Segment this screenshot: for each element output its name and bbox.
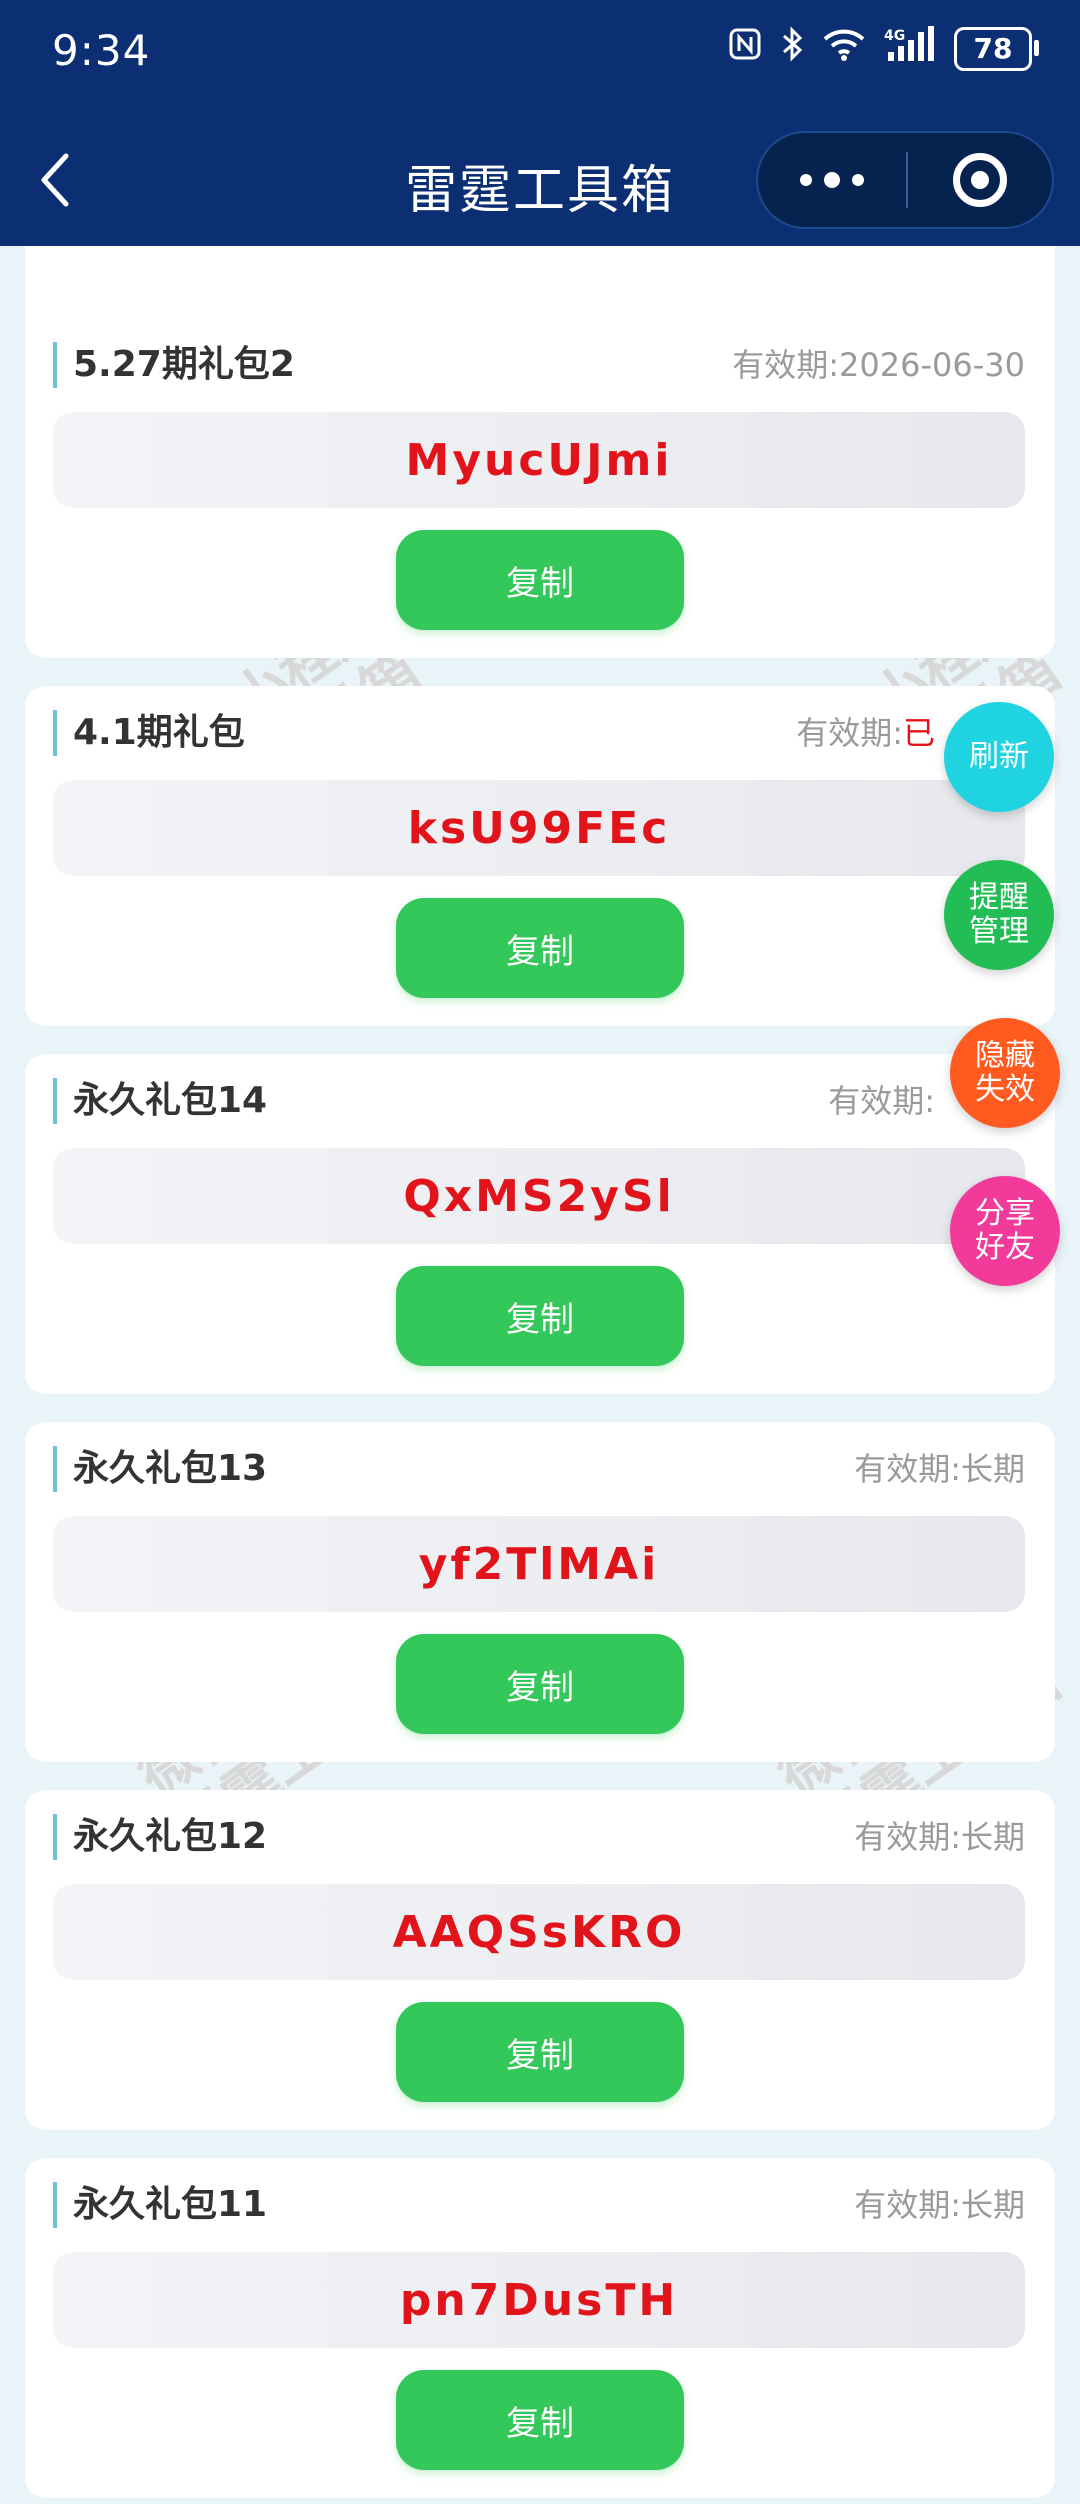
card-header: 永久礼包14 有效期:	[53, 1078, 1025, 1128]
card-header: 4.1期礼包 有效期:已	[53, 710, 1025, 760]
copy-button[interactable]: 复制	[396, 898, 684, 998]
copy-button[interactable]: 复制	[396, 1634, 684, 1734]
refresh-button[interactable]: 刷新	[944, 702, 1054, 812]
copy-button[interactable]: 复制	[396, 2002, 684, 2102]
card-title: 4.1期礼包	[53, 710, 245, 756]
card-expiry: 有效期:	[828, 1082, 935, 1120]
more-dots-icon	[824, 172, 840, 188]
card-header: 5.27期礼包2 有效期:2026-06-30	[53, 342, 1025, 392]
card-title: 永久礼包13	[53, 1446, 267, 1492]
target-close-icon	[953, 153, 1007, 207]
gift-card: 永久礼包13 有效期:长期 yf2TlMAi 复制	[25, 1422, 1055, 1762]
gift-card: 永久礼包12 有效期:长期 AAQSsKRO 复制	[25, 1790, 1055, 2130]
gift-code: QxMS2ySl	[53, 1148, 1025, 1244]
card-expiry: 有效期:长期	[854, 1450, 1025, 1488]
share-friend-button[interactable]: 分享 好友	[950, 1176, 1060, 1286]
header-bar: 9:34 4G 78 雷霆工具箱	[0, 0, 1080, 246]
signal-4g-icon: 4G	[884, 26, 936, 71]
card-expiry: 有效期:长期	[854, 2186, 1025, 2224]
wifi-icon	[822, 27, 866, 70]
gift-card: 5.27期礼包2 有效期:2026-06-30 MyucUJmi 复制	[25, 318, 1055, 658]
battery-icon: 78	[954, 26, 1039, 71]
gift-code: AAQSsKRO	[53, 1884, 1025, 1980]
reminder-manage-button[interactable]: 提醒 管理	[944, 860, 1054, 970]
card-header: 永久礼包11 有效期:长期	[53, 2182, 1025, 2232]
nfc-icon	[728, 27, 762, 70]
svg-text:4G: 4G	[884, 28, 905, 44]
card-title: 永久礼包11	[53, 2182, 267, 2228]
card-title: 永久礼包14	[53, 1078, 267, 1124]
bluetooth-icon	[780, 26, 804, 71]
miniprogram-capsule	[756, 131, 1054, 229]
more-dots-icon	[852, 174, 864, 186]
gift-code: yf2TlMAi	[53, 1516, 1025, 1612]
gift-card: 永久礼包14 有效期: QxMS2ySl 复制	[25, 1054, 1055, 1394]
copy-button[interactable]: 复制	[396, 2370, 684, 2470]
card-expiry: 有效期:2026-06-30	[732, 346, 1025, 384]
card-header: 永久礼包13 有效期:长期	[53, 1446, 1025, 1496]
card-expiry: 有效期:已	[796, 714, 935, 752]
gift-card: 永久礼包11 有效期:长期 pn7DusTH 复制	[25, 2158, 1055, 2498]
card-header: 永久礼包12 有效期:长期	[53, 1814, 1025, 1864]
status-icons: 4G 78	[728, 26, 1039, 71]
gift-code: pn7DusTH	[53, 2252, 1025, 2348]
card-title: 5.27期礼包2	[53, 342, 295, 388]
gift-card: 4.1期礼包 有效期:已 ksU99FEc 复制	[25, 686, 1055, 1026]
more-dots-icon	[800, 174, 812, 186]
card-expiry: 有效期:长期	[854, 1818, 1025, 1856]
close-miniprogram-button[interactable]	[908, 153, 1052, 207]
copy-button[interactable]: 复制	[396, 1266, 684, 1366]
card-title: 永久礼包12	[53, 1814, 267, 1860]
hide-invalid-button[interactable]: 隐藏 失效	[950, 1018, 1060, 1128]
gift-code: ksU99FEc	[53, 780, 1025, 876]
gift-code: MyucUJmi	[53, 412, 1025, 508]
gift-code-list[interactable]: 微信小程序雷霆工具箱 微信小程序雷霆工具箱 微信小程序雷霆工具箱 微信小程序雷霆…	[0, 246, 1080, 2504]
status-time: 9:34	[52, 26, 151, 75]
copy-button[interactable]: 复制	[396, 530, 684, 630]
more-menu-button[interactable]	[758, 172, 906, 188]
